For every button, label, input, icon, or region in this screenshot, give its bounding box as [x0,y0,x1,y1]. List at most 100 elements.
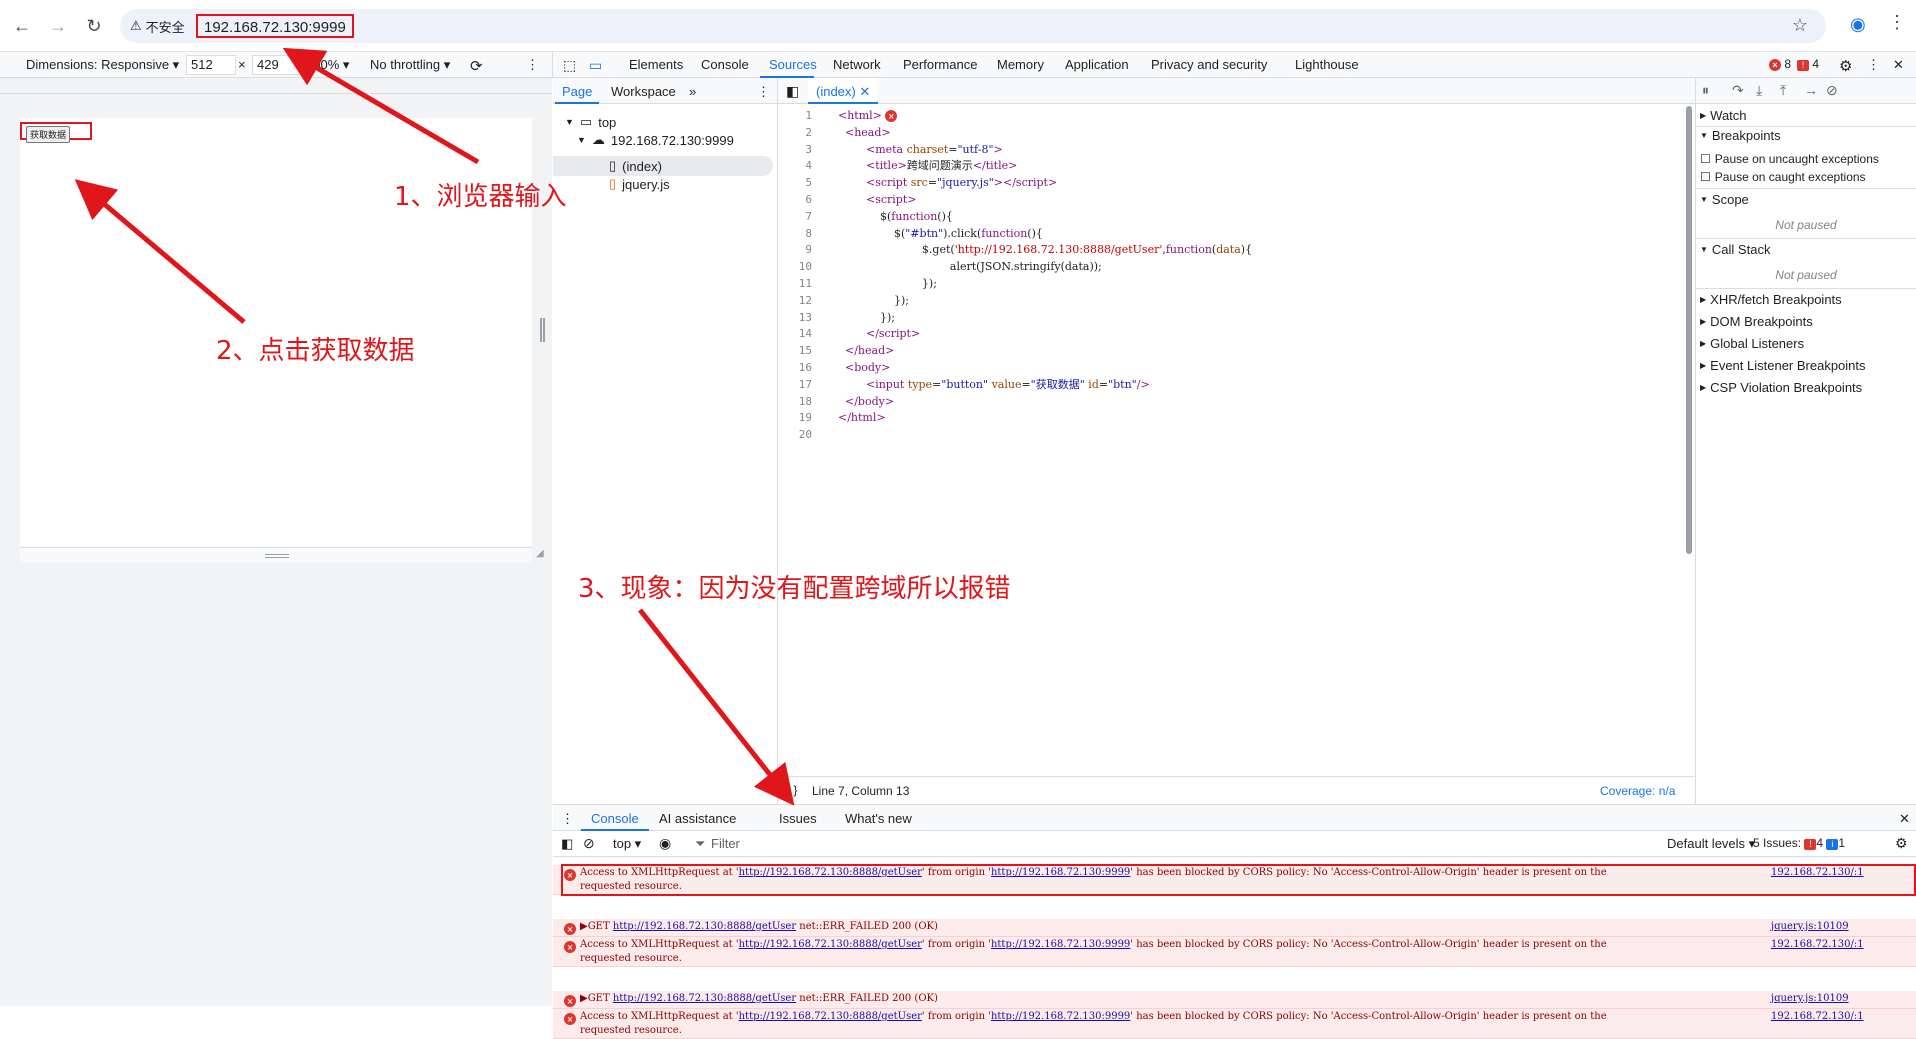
section-event[interactable]: ▶ Event Listener Breakpoints [1700,358,1866,373]
levels-select[interactable]: Default levels ▾ [1667,836,1755,852]
msg-url-link[interactable]: http://192.168.72.130:8888/getUser [613,993,796,1004]
msg-url-link[interactable]: http://192.168.72.130:8888/getUser [739,1011,922,1022]
tab-memory[interactable]: Memory [997,57,1044,72]
line-number[interactable]: 13 [778,310,818,327]
step-over-icon[interactable]: ↷ [1732,82,1744,99]
tree-file-jquery[interactable]: ▯ jquery.js [609,176,670,192]
drawer-tab-issues[interactable]: Issues [779,811,817,826]
message-source-link[interactable]: 192.168.72.130/:1 [1771,1010,1864,1024]
forward-icon[interactable]: → [46,14,70,38]
bookmark-star-icon[interactable]: ☆ [1792,15,1808,36]
line-number[interactable]: 16 [778,360,818,377]
msg-url-link[interactable]: http://192.168.72.130:8888/getUser [739,939,922,950]
back-icon[interactable]: ← [10,14,34,38]
drawer-tab-whatsnew[interactable]: What's new [845,811,912,826]
tab-workspace[interactable]: Workspace [611,84,676,99]
filter-input[interactable]: Filter [711,836,740,851]
tab-sources[interactable]: Sources [769,57,817,72]
navigator-menu-icon[interactable]: ⋮ [757,84,770,100]
dimensions-select[interactable]: Dimensions: Responsive ▾ [26,57,179,73]
clear-console-icon[interactable]: ⊘ [583,835,595,852]
address-bar[interactable]: ⚠ 不安全 192.168.72.130:9999 ☆ [120,9,1826,43]
console-message[interactable]: × Access to XMLHttpRequest at 'http://192… [553,937,1916,967]
format-icon[interactable]: { } [786,783,797,797]
device-toggle-icon[interactable]: ▭ [589,57,602,74]
drawer-tab-console[interactable]: Console [591,811,639,826]
line-number[interactable]: 17 [778,377,818,394]
url-text[interactable]: 192.168.72.130:9999 [196,14,354,38]
tab-page[interactable]: Page [562,84,592,99]
section-xhr[interactable]: ▶ XHR/fetch Breakpoints [1700,292,1842,307]
section-global[interactable]: ▶ Global Listeners [1700,336,1804,351]
section-watch[interactable]: ▶ Watch [1700,108,1747,123]
console-message[interactable]: × ▶GET http://192.168.72.130:8888/getUser… [553,991,1916,1009]
pause-uncaught-checkbox[interactable]: ☐ Pause on uncaught exceptions [1700,152,1879,166]
line-number[interactable]: 2 [778,125,818,142]
message-source-link[interactable]: 192.168.72.130/:1 [1771,938,1864,952]
msg-origin-link[interactable]: http://192.168.72.130:9999 [991,1011,1130,1022]
section-scope[interactable]: ▼ Scope [1700,192,1749,207]
pause-caught-checkbox[interactable]: ☐ Pause on caught exceptions [1700,170,1866,184]
tab-application[interactable]: Application [1065,57,1129,72]
tab-elements[interactable]: Elements [629,57,683,72]
line-number[interactable]: 5 [778,175,818,192]
pause-icon[interactable]: ⏸ [1702,82,1709,99]
console-message[interactable]: × ▶GET http://192.168.72.130:8888/getUser… [553,919,1916,937]
more-tabs-icon[interactable]: » [689,84,696,99]
section-call-stack[interactable]: ▼ Call Stack [1700,242,1770,257]
get-data-button[interactable]: 获取数据 [26,126,71,143]
message-source-link[interactable]: jquery.js:10109 [1771,992,1849,1006]
devtools-more-icon[interactable]: ⋮ [1867,57,1880,73]
line-number[interactable]: 20 [778,427,818,444]
console-settings-icon[interactable]: ⚙ [1895,835,1908,852]
resize-handle-right[interactable] [540,318,545,342]
line-number[interactable]: 8 [778,226,818,243]
close-drawer-icon[interactable]: ✕ [1899,811,1910,827]
deactivate-breakpoints-icon[interactable]: ⊘ [1826,82,1838,99]
section-dom[interactable]: ▶ DOM Breakpoints [1700,314,1813,329]
line-number[interactable]: 10 [778,259,818,276]
line-number[interactable]: 18 [778,394,818,411]
step-out-icon[interactable]: ⤒ [1780,82,1786,99]
tab-console[interactable]: Console [701,57,749,72]
height-input[interactable]: 429 [252,55,302,75]
context-select[interactable]: top ▾ [613,836,641,852]
settings-gear-icon[interactable]: ⚙ [1839,57,1852,75]
line-number[interactable]: 11 [778,276,818,293]
throttling-select[interactable]: No throttling ▾ [370,57,450,73]
line-number[interactable]: 9 [778,242,818,259]
tab-privacy[interactable]: Privacy and security [1151,57,1267,72]
step-icon[interactable]: → [1804,82,1818,98]
resize-handle-bottom[interactable] [20,547,532,563]
editor-scrollbar[interactable] [1686,106,1692,554]
line-number[interactable]: 7 [778,209,818,226]
line-number[interactable]: 19 [778,410,818,427]
drawer-tab-ai[interactable]: AI assistance [659,811,736,826]
msg-origin-link[interactable]: http://192.168.72.130:9999 [991,939,1130,950]
corner-resize-icon[interactable]: ◢ [536,548,544,559]
tree-origin[interactable]: ▼ ☁ 192.168.72.130:9999 [577,132,734,148]
rotate-icon[interactable]: ⟳ [470,57,483,75]
line-number[interactable]: 15 [778,343,818,360]
line-number[interactable]: 1 [778,108,818,125]
step-into-icon[interactable]: ⤓ [1756,82,1762,99]
reload-icon[interactable]: ↻ [82,14,106,38]
line-number[interactable]: 4 [778,158,818,175]
width-input[interactable]: 512 [186,55,236,75]
security-chip[interactable]: ⚠ 不安全 [130,16,185,36]
console-message[interactable]: × Access to XMLHttpRequest at 'http://192… [553,1009,1916,1039]
close-tab-icon[interactable]: ✕ [859,84,870,99]
eye-icon[interactable]: ◉ [659,835,671,852]
device-more-icon[interactable]: ⋮ [526,57,539,73]
tab-network[interactable]: Network [833,57,881,72]
toggle-navigator-icon[interactable]: ◧ [786,83,799,100]
profile-icon[interactable]: ◉ [1850,14,1866,35]
editor-tab-index[interactable]: (index) ✕ [808,78,879,104]
section-breakpoints[interactable]: ▼ Breakpoints [1700,128,1781,143]
sidebar-toggle-icon[interactable]: ◧ [561,836,573,852]
error-badges[interactable]: × 8 ! 4 [1769,57,1819,71]
zoom-select[interactable]: 100% ▾ [306,57,349,73]
msg-url-link[interactable]: http://192.168.72.130:8888/getUser [613,921,796,932]
inspect-icon[interactable]: ⬚ [563,57,576,74]
line-number[interactable]: 12 [778,293,818,310]
